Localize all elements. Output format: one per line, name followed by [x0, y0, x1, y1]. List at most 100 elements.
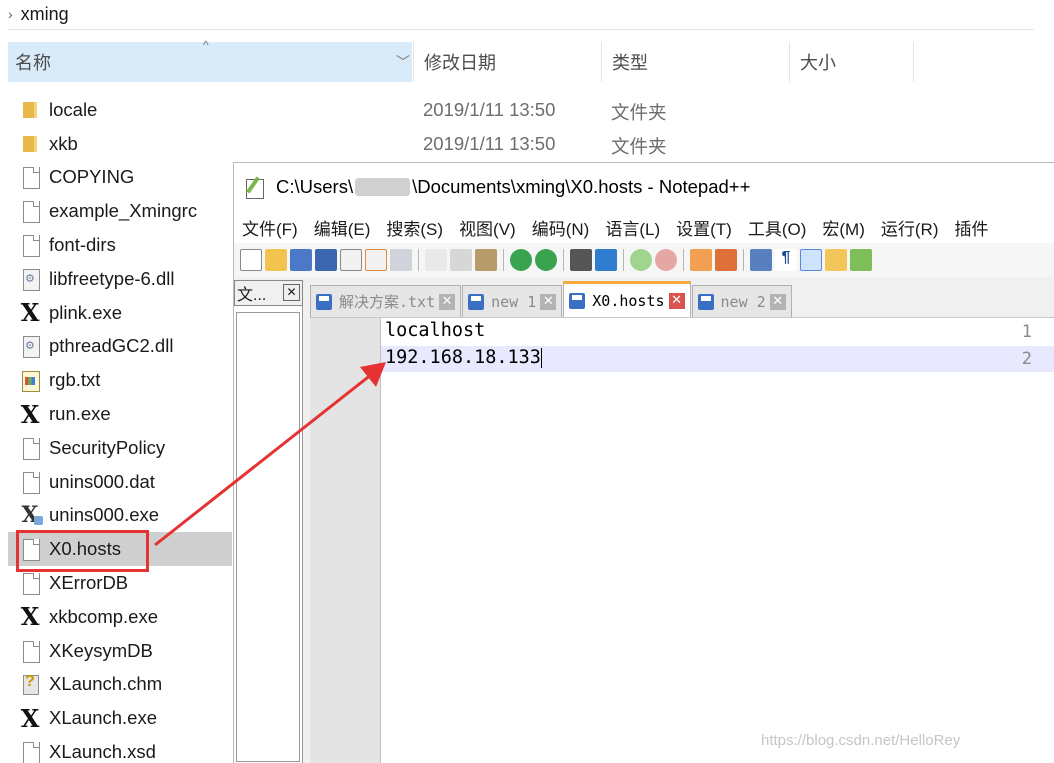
code-line[interactable]: localhost: [385, 320, 485, 341]
window-title-suffix: \Documents\xming\X0.hosts - Notepad++: [412, 176, 751, 197]
sync-horizontal-icon[interactable]: [715, 249, 737, 271]
column-header-size[interactable]: 大小: [789, 42, 914, 82]
close-all-icon[interactable]: [365, 249, 387, 271]
menu-item[interactable]: 文件(F): [242, 215, 298, 240]
file-row[interactable]: COPYING: [8, 161, 232, 195]
folder-icon: [20, 99, 40, 121]
menu-item[interactable]: 宏(M): [822, 215, 864, 240]
zoom-in-icon[interactable]: [630, 249, 652, 271]
function-list-icon[interactable]: [825, 249, 847, 271]
toolbar-separator: [418, 249, 419, 271]
chevron-down-icon[interactable]: ﹀: [396, 52, 410, 72]
column-header-name[interactable]: ^ 名称 ﹀: [8, 38, 412, 82]
word-wrap-icon[interactable]: [750, 249, 772, 271]
code-line[interactable]: 192.168.18.133: [385, 347, 542, 368]
document-tab[interactable]: 解决方案.txt ✕: [310, 285, 462, 317]
menu-item[interactable]: 编码(N): [532, 215, 590, 240]
menu-item[interactable]: 视图(V): [459, 215, 516, 240]
column-label-size: 大小: [800, 53, 836, 73]
editor[interactable]: 1 localhost 2 192.168.18.133: [310, 317, 1054, 763]
menu-item[interactable]: 设置(T): [676, 215, 732, 240]
toolbar-separator: [743, 249, 744, 271]
close-file-icon[interactable]: [340, 249, 362, 271]
save-icon[interactable]: [290, 249, 312, 271]
file-name: unins000.exe: [49, 504, 160, 526]
tab-bar: 解决方案.txt ✕ new 1 ✕ X0.hosts ✕ new 2 ✕: [310, 281, 793, 317]
close-tab-icon[interactable]: ✕: [769, 293, 786, 310]
column-header-type[interactable]: 类型: [601, 42, 789, 82]
find-icon[interactable]: [570, 249, 592, 271]
menu-item[interactable]: 编辑(E): [314, 215, 371, 240]
undo-icon[interactable]: [510, 249, 532, 271]
menu-item[interactable]: 语言(L): [605, 215, 660, 240]
file-row[interactable]: SecurityPolicy: [8, 431, 232, 465]
zoom-out-icon[interactable]: [655, 249, 677, 271]
side-panel-body: [236, 312, 300, 762]
code-line-text: 192.168.18.133: [385, 347, 541, 368]
sync-vertical-icon[interactable]: [690, 249, 712, 271]
uninstaller-icon: X: [21, 502, 43, 529]
close-tab-icon[interactable]: ✕: [439, 293, 456, 310]
file-row[interactable]: xkb: [8, 127, 232, 161]
cut-icon[interactable]: [425, 249, 447, 271]
toolbar-separator: [503, 249, 504, 271]
open-file-icon[interactable]: [265, 249, 287, 271]
file-row[interactable]: Xxkbcomp.exe: [8, 600, 232, 634]
file-row[interactable]: XKeysymDB: [8, 634, 232, 668]
toolbar: ¶: [234, 243, 1054, 277]
file-icon: [20, 640, 40, 663]
breadcrumb[interactable]: › xming: [0, 0, 1054, 28]
file-row[interactable]: locale: [8, 93, 232, 127]
file-row[interactable]: Xunins000.exe: [8, 499, 232, 533]
toolbar-separator: [683, 249, 684, 271]
menu-item[interactable]: 搜索(S): [386, 215, 443, 240]
file-row[interactable]: X XLaunch.exe: [8, 701, 232, 735]
column-label-type: 类型: [612, 53, 648, 73]
title-bar[interactable]: C:\Users\ \Documents\xming\X0.hosts - No…: [234, 163, 1054, 211]
menu-item[interactable]: 工具(O): [748, 215, 807, 240]
xming-exe-icon: X: [20, 602, 40, 632]
new-file-icon[interactable]: [240, 249, 262, 271]
copy-icon[interactable]: [450, 249, 472, 271]
toolbar-separator: [623, 249, 624, 271]
close-tab-icon[interactable]: ✕: [668, 292, 685, 309]
file-row[interactable]: example_Xmingrc: [8, 194, 232, 228]
document-tab[interactable]: new 2 ✕: [691, 285, 792, 317]
file-name: font-dirs: [49, 234, 116, 256]
file-name: locale: [49, 98, 98, 120]
file-name: XLaunch.exe: [49, 707, 158, 729]
file-row[interactable]: XLaunch.xsd: [8, 735, 232, 763]
file-row[interactable]: unins000.dat: [8, 465, 232, 499]
file-name: XLaunch.chm: [49, 673, 163, 695]
show-all-chars-icon[interactable]: ¶: [775, 249, 797, 271]
paste-icon[interactable]: [475, 249, 497, 271]
document-tab[interactable]: X0.hosts ✕: [563, 281, 691, 317]
folder-workspace-icon[interactable]: [850, 249, 872, 271]
redo-icon[interactable]: [535, 249, 557, 271]
file-row[interactable]: rgb.txt: [8, 363, 232, 397]
side-panel-tab[interactable]: 文... ✕: [234, 280, 303, 306]
file-icon: [20, 572, 40, 596]
file-date: 2019/1/11 13:50: [423, 99, 556, 120]
menu-item[interactable]: 插件: [954, 215, 988, 240]
file-row[interactable]: XLaunch.chm: [8, 668, 232, 702]
file-row[interactable]: Xplink.exe: [8, 296, 232, 330]
file-row[interactable]: libfreetype-6.dll: [8, 262, 232, 296]
chevron-right-icon: ›: [8, 6, 13, 22]
file-row[interactable]: Xrun.exe: [8, 397, 232, 431]
column-header-date[interactable]: 修改日期: [413, 42, 601, 82]
close-icon[interactable]: ✕: [283, 284, 300, 301]
save-all-icon[interactable]: [315, 249, 337, 271]
dll-icon: [20, 335, 40, 359]
breadcrumb-folder[interactable]: xming: [21, 4, 69, 25]
replace-icon[interactable]: [595, 249, 617, 271]
file-row[interactable]: pthreadGC2.dll: [8, 330, 232, 364]
file-name: example_Xmingrc: [49, 200, 198, 222]
print-icon[interactable]: [390, 249, 412, 271]
indent-guide-icon[interactable]: [800, 249, 822, 271]
menu-item[interactable]: 运行(R): [881, 215, 939, 240]
document-tab[interactable]: new 1 ✕: [462, 285, 563, 317]
close-tab-icon[interactable]: ✕: [540, 293, 557, 310]
file-row[interactable]: font-dirs: [8, 228, 232, 262]
save-status-icon: [697, 293, 714, 310]
